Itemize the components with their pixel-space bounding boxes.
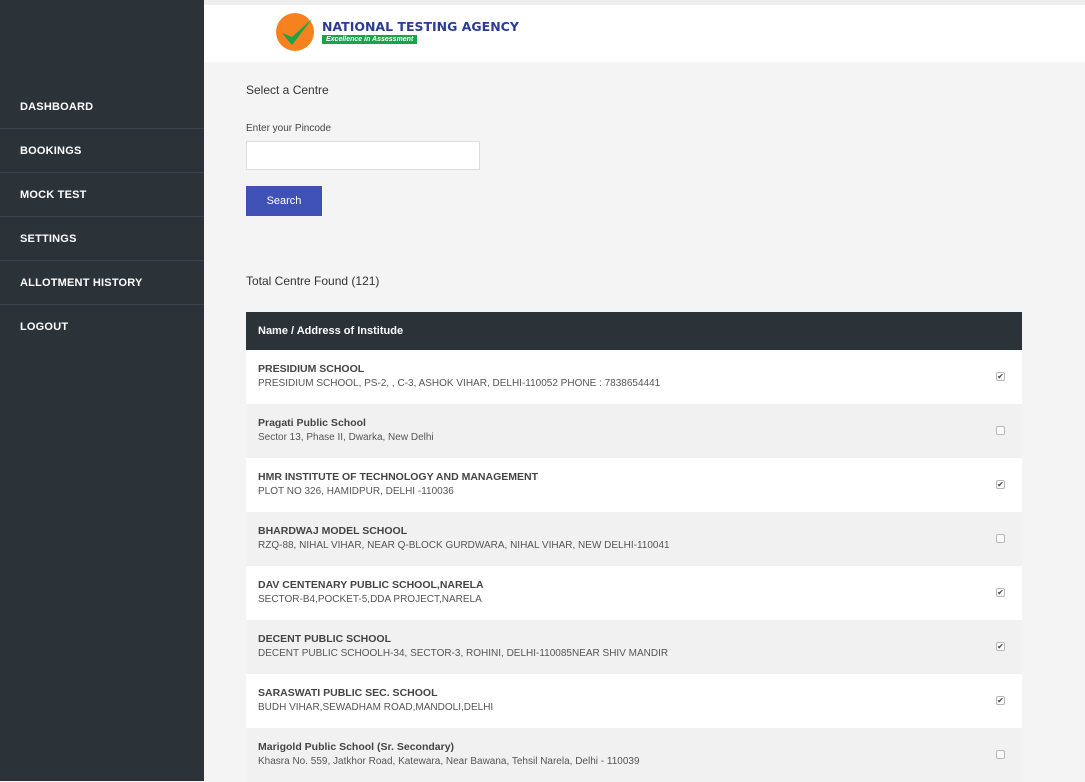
centre-name: DECENT PUBLIC SCHOOL [258, 633, 392, 645]
centre-address: Khasra No. 559, Jatkhor Road, Katewara, … [258, 756, 640, 767]
centre-address: SECTOR-B4,POCKET-5,DDA PROJECT,NARELA [258, 594, 482, 605]
centre-name: DAV CENTENARY PUBLIC SCHOOL,NARELA [258, 579, 484, 591]
nta-logo[interactable]: NATIONAL TESTING AGENCY Excellence in As… [274, 11, 519, 55]
centre-checkbox[interactable]: ✔ [996, 642, 1005, 651]
centre-name: Pragati Public School [258, 417, 366, 429]
table-row: DECENT PUBLIC SCHOOL DECENT PUBLIC SCHOO… [246, 620, 1022, 674]
sidebar-item-mock-test[interactable]: MOCK TEST [0, 173, 204, 217]
table-row: PRESIDIUM SCHOOL PRESIDIUM SCHOOL, PS-2,… [246, 350, 1022, 404]
sidebar-item-bookings[interactable]: BOOKINGS [0, 129, 204, 173]
top-header: NATIONAL TESTING AGENCY Excellence in As… [204, 0, 1085, 62]
org-tagline: Excellence in Assessment [322, 35, 418, 44]
sidebar-item-settings[interactable]: SETTINGS [0, 217, 204, 261]
centre-checkbox[interactable]: ✔ [996, 588, 1005, 597]
sidebar-item-logout[interactable]: LOGOUT [0, 305, 204, 349]
centre-checkbox[interactable]: ✔ [996, 696, 1005, 705]
pincode-input[interactable] [246, 141, 480, 170]
table-row: Pragati Public School Sector 13, Phase I… [246, 404, 1022, 458]
centres-table: Name / Address of Institude PRESIDIUM SC… [246, 312, 1022, 782]
centre-address: Sector 13, Phase II, Dwarka, New Delhi [258, 432, 434, 443]
table-header: Name / Address of Institude [246, 312, 1022, 350]
total-centres-count: Total Centre Found (121) [246, 274, 380, 288]
sidebar-item-allotment-history[interactable]: ALLOTMENT HISTORY [0, 261, 204, 305]
sidebar-menu: DASHBOARD BOOKINGS MOCK TEST SETTINGS AL… [0, 85, 204, 349]
centre-name: PRESIDIUM SCHOOL [258, 363, 365, 375]
centre-name: HMR INSTITUTE OF TECHNOLOGY AND MANAGEME… [258, 471, 538, 483]
centre-checkbox[interactable]: ✔ [996, 372, 1005, 381]
centre-address: BUDH VIHAR,SEWADHAM ROAD,MANDOLI,DELHI [258, 702, 494, 713]
table-row: HMR INSTITUTE OF TECHNOLOGY AND MANAGEME… [246, 458, 1022, 512]
centre-name: Marigold Public School (Sr. Secondary) [258, 741, 455, 753]
sidebar: DASHBOARD BOOKINGS MOCK TEST SETTINGS AL… [0, 0, 204, 781]
centre-checkbox[interactable] [996, 534, 1005, 543]
checkmark-logo-icon [276, 13, 314, 51]
org-name: NATIONAL TESTING AGENCY [322, 19, 519, 34]
section-title: Select a Centre [246, 83, 329, 97]
centre-address: RZQ-88, NIHAL VIHAR, NEAR Q-BLOCK GURDWA… [258, 540, 670, 551]
centre-name: BHARDWAJ MODEL SCHOOL [258, 525, 408, 537]
centre-address: PLOT NO 326, HAMIDPUR, DELHI -110036 [258, 486, 454, 497]
centre-checkbox[interactable]: ✔ [996, 480, 1005, 489]
table-row: BHARDWAJ MODEL SCHOOL RZQ-88, NIHAL VIHA… [246, 512, 1022, 566]
table-row: SARASWATI PUBLIC SEC. SCHOOL BUDH VIHAR,… [246, 674, 1022, 728]
centre-checkbox[interactable] [996, 426, 1005, 435]
sidebar-item-dashboard[interactable]: DASHBOARD [0, 85, 204, 129]
table-row: Marigold Public School (Sr. Secondary) K… [246, 728, 1022, 782]
centre-address: DECENT PUBLIC SCHOOLH-34, SECTOR-3, ROHI… [258, 648, 669, 659]
centre-checkbox[interactable] [996, 750, 1005, 759]
search-button[interactable]: Search [246, 186, 322, 216]
table-row: DAV CENTENARY PUBLIC SCHOOL,NARELA SECTO… [246, 566, 1022, 620]
centre-name: SARASWATI PUBLIC SEC. SCHOOL [258, 687, 438, 699]
centre-address: PRESIDIUM SCHOOL, PS-2, , C-3, ASHOK VIH… [258, 378, 661, 389]
pincode-label: Enter your Pincode [246, 123, 332, 134]
